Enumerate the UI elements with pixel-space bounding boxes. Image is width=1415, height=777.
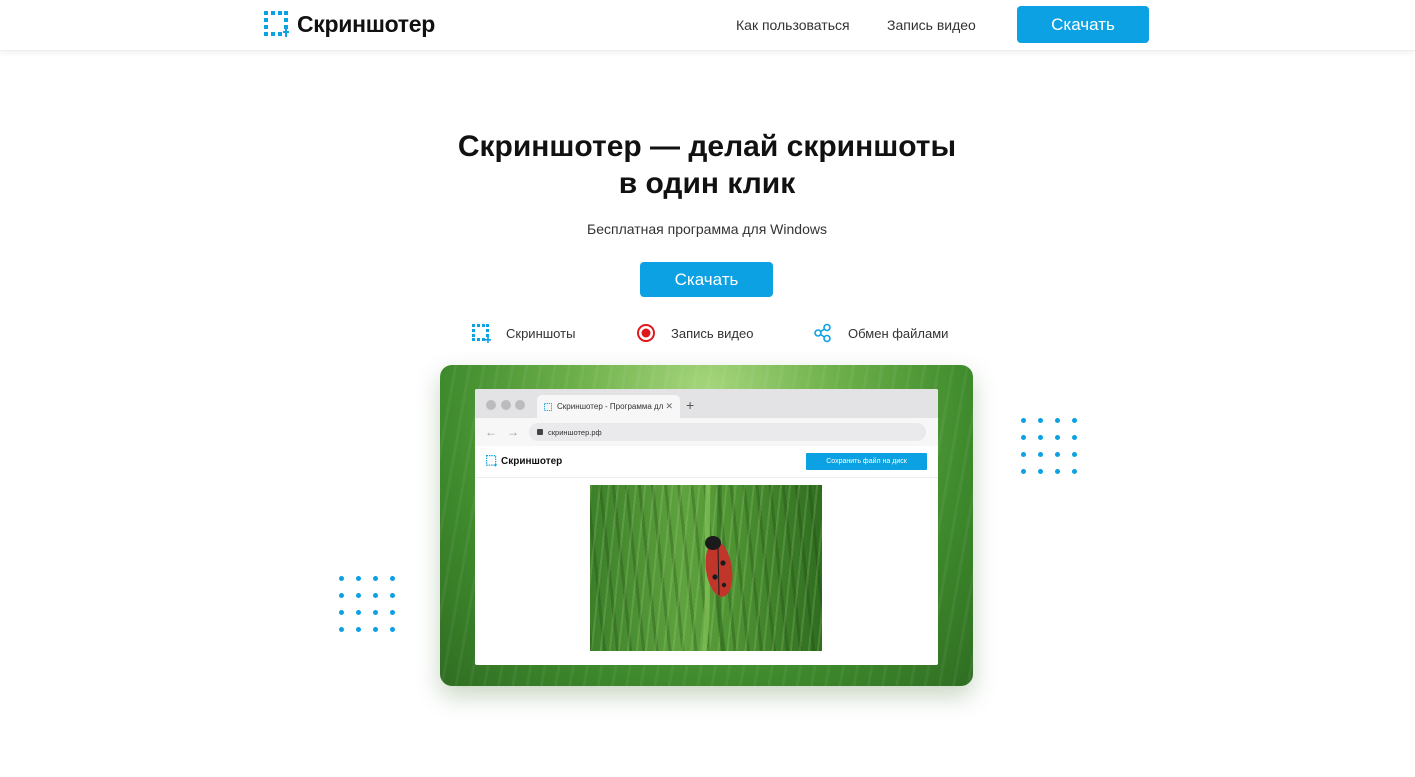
logo-text: Скриншотер <box>297 10 435 37</box>
window-dot-icon <box>515 400 525 410</box>
window-dot-icon <box>486 400 496 410</box>
share-icon <box>814 323 831 343</box>
new-tab-icon: + <box>686 397 695 413</box>
hero-subtitle: Бесплатная программа для Windows <box>587 221 827 237</box>
hero-title-line2: в один клик <box>618 167 796 200</box>
screenshot-frame-icon <box>472 324 491 343</box>
mock-url: скриншотер.рф <box>548 427 602 437</box>
mock-browser-tab: Скриншотер - Программа дл ✕ <box>537 395 680 418</box>
hero-title: Скриншотер — делай скриншоты в один клик <box>407 128 1007 202</box>
hero-download-button[interactable]: Скачать <box>640 262 773 297</box>
nav-video-recording[interactable]: Запись видео <box>887 17 976 33</box>
feature-file-sharing-label: Обмен файлами <box>848 325 949 341</box>
mock-app-logo: Скриншотер <box>486 455 562 467</box>
logo-link[interactable]: Скриншотер <box>263 10 435 38</box>
record-icon <box>637 324 655 342</box>
tab-favicon-icon <box>544 402 552 411</box>
mock-address-row: ← → скриншотер.рф <box>475 418 938 446</box>
tab-close-icon: ✕ <box>665 401 673 411</box>
back-arrow-icon: ← <box>485 425 497 439</box>
feature-screenshots-label: Скриншоты <box>506 325 576 341</box>
header-download-button[interactable]: Скачать <box>1017 6 1149 43</box>
hero-title-line1: Скриншотер — делай скриншоты <box>457 130 957 163</box>
mock-browser-tabbar: Скриншотер - Программа дл ✕ + <box>475 389 938 418</box>
mock-address-bar: скриншотер.рф <box>529 423 926 441</box>
window-dot-icon <box>501 400 511 410</box>
logo-frame-icon <box>264 11 289 37</box>
feature-file-sharing[interactable]: Обмен файлами <box>813 323 948 343</box>
mock-browser-window: Скриншотер - Программа дл ✕ + ← → скринш… <box>475 389 938 665</box>
mock-app-bar: Скриншотер Сохранить файл на диск <box>475 446 938 478</box>
mock-logo-frame-icon <box>486 455 497 467</box>
features-row: Скриншоты Запись видео Обмен файлами <box>0 323 1415 345</box>
site-header: Скриншотер Как пользоваться Запись видео… <box>0 0 1415 51</box>
decorative-dots-left <box>339 576 395 632</box>
mock-save-button: Сохранить файл на диск <box>806 453 927 470</box>
feature-screenshots[interactable]: Скриншоты <box>471 323 575 343</box>
ladybug-icon <box>701 485 733 651</box>
mock-tab-title: Скриншотер - Программа дл <box>557 402 664 411</box>
showcase-image: Скриншотер - Программа дл ✕ + ← → скринш… <box>440 365 973 686</box>
nav-how-to-use[interactable]: Как пользоваться <box>736 17 850 33</box>
ladybug-photo <box>590 485 822 651</box>
feature-video-label: Запись видео <box>671 325 754 341</box>
feature-video[interactable]: Запись видео <box>636 323 753 343</box>
forward-arrow-icon: → <box>507 425 519 439</box>
decorative-dots-right <box>1021 418 1077 474</box>
lock-icon <box>537 429 543 435</box>
mock-app-logo-text: Скриншотер <box>501 455 563 467</box>
